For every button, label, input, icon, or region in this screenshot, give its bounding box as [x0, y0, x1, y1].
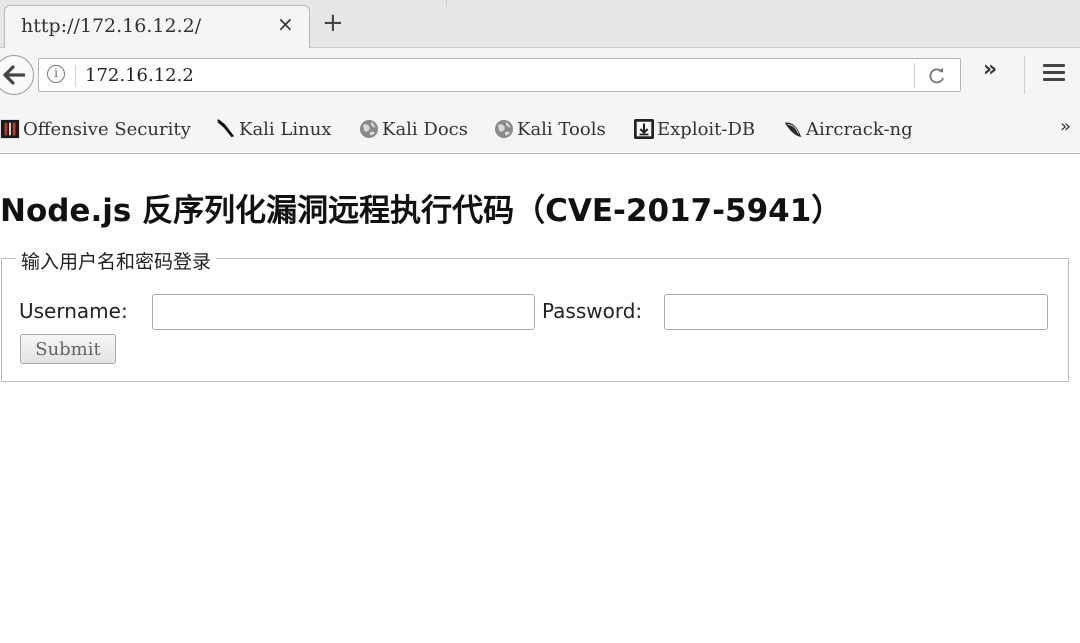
- login-legend: 输入用户名和密码登录: [16, 247, 217, 274]
- globe-icon: [495, 120, 513, 138]
- tab-active[interactable]: http://172.16.12.2/ ×: [4, 5, 310, 49]
- password-label: Password:: [542, 299, 643, 323]
- username-label: Username:: [19, 299, 128, 323]
- login-fieldset: 输入用户名和密码登录 Username: Password: Submit: [1, 247, 1069, 382]
- bookmark-kali-tools[interactable]: Kali Tools: [494, 116, 606, 142]
- info-icon[interactable]: i: [47, 65, 65, 83]
- toolbar-overflow-icon[interactable]: »: [983, 59, 997, 81]
- back-arrow-icon: [3, 65, 25, 85]
- hamburger-menu-icon[interactable]: [1043, 64, 1065, 82]
- new-tab-icon[interactable]: +: [322, 10, 344, 36]
- bookmark-label: Kali Linux: [239, 118, 332, 140]
- toolbar-separator: [1024, 56, 1025, 94]
- url-bar[interactable]: i 172.16.12.2: [38, 58, 961, 92]
- exploit-db-icon: [634, 119, 654, 139]
- tab-strip: http://172.16.12.2/ × +: [0, 0, 1080, 49]
- bookmark-label: Kali Docs: [382, 118, 469, 140]
- back-button[interactable]: [0, 55, 34, 95]
- username-input[interactable]: [152, 294, 535, 330]
- url-text[interactable]: 172.16.12.2: [85, 65, 194, 86]
- close-tab-icon[interactable]: ×: [277, 14, 294, 34]
- reload-separator: [914, 63, 915, 88]
- url-bar-separator: [75, 65, 76, 86]
- submit-button[interactable]: Submit: [20, 334, 116, 364]
- page-title: Node.js 反序列化漏洞远程执行代码（CVE-2017-5941）: [0, 193, 843, 229]
- aircrack-icon: [784, 122, 802, 138]
- bookmark-label: Exploit-DB: [657, 118, 756, 140]
- reload-icon[interactable]: [927, 66, 947, 86]
- bookmarks-overflow-icon[interactable]: »: [1060, 118, 1071, 136]
- bookmark-label: Offensive Security: [23, 118, 191, 140]
- bookmark-offensive-security[interactable]: Offensive Security: [0, 116, 191, 142]
- bookmark-kali-linux[interactable]: Kali Linux: [216, 116, 331, 142]
- tab-title: http://172.16.12.2/: [21, 15, 202, 37]
- bookmark-label: Kali Tools: [517, 118, 606, 140]
- kali-dragon-icon: [216, 119, 235, 138]
- navigation-bar: i 172.16.12.2 »: [0, 48, 1080, 102]
- offsec-icon: [0, 119, 20, 139]
- bookmark-kali-docs[interactable]: Kali Docs: [359, 116, 468, 142]
- tab-strip-divider: [446, 0, 447, 5]
- password-input[interactable]: [664, 294, 1048, 330]
- bookmark-label: Aircrack-ng: [806, 118, 913, 140]
- bookmark-exploit-db[interactable]: Exploit-DB: [634, 116, 755, 142]
- globe-icon: [360, 120, 378, 138]
- bookmarks-toolbar: Offensive Security Kali Linux Kali Docs …: [0, 102, 1080, 154]
- bookmark-aircrack-ng[interactable]: Aircrack-ng: [783, 116, 913, 142]
